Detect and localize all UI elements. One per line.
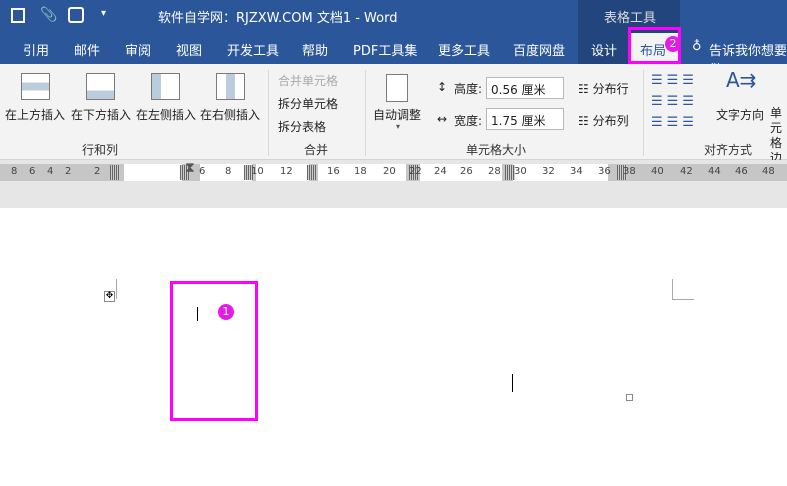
ruler-tick-label: 6 xyxy=(29,166,36,177)
width-input[interactable]: 1.75 厘米 xyxy=(486,108,564,130)
ruler-tick-label: 38 xyxy=(623,166,636,177)
ruler-tick-label: 48 xyxy=(762,166,775,177)
attach-icon[interactable]: 📎 xyxy=(40,7,57,23)
customize-qat-icon[interactable]: ▾ xyxy=(101,8,106,19)
group-label-rows-cols: 行和列 xyxy=(82,143,119,157)
tab-help[interactable]: 帮助 xyxy=(302,40,328,59)
ruler-column-marker[interactable] xyxy=(110,165,120,180)
ruler-tick-label: 12 xyxy=(280,166,293,177)
autofit-icon xyxy=(386,74,408,102)
ruler-tick-label: 36 xyxy=(598,166,611,177)
tab-design[interactable]: 设计 xyxy=(591,40,617,59)
ruler-column-marker[interactable] xyxy=(307,165,317,180)
divider xyxy=(365,70,366,156)
divider xyxy=(268,70,269,156)
chevron-down-icon[interactable]: ▾ xyxy=(396,122,400,131)
split-table-button[interactable]: 拆分表格 xyxy=(278,118,326,135)
tab-more-tools[interactable]: 更多工具 xyxy=(438,40,490,59)
table-resize-handle[interactable] xyxy=(626,394,633,401)
save-icon[interactable] xyxy=(11,8,25,23)
ruler-tick-label: 28 xyxy=(488,166,501,177)
insert-below-icon xyxy=(86,73,115,100)
autofit-button[interactable]: 自动调整 xyxy=(373,106,421,123)
merge-cells-button[interactable]: 合并单元格 xyxy=(278,72,338,89)
text-direction-button[interactable]: 文字方向 xyxy=(716,106,764,123)
ruler-tick-label: 2 xyxy=(94,166,101,177)
ruler-cell-area xyxy=(513,164,608,181)
ruler-tick-label: 46 xyxy=(735,166,748,177)
ruler-tick-label: 2 xyxy=(65,166,72,177)
cell-border-fragment xyxy=(512,374,513,392)
ruler-tick-label: 4 xyxy=(47,166,54,177)
insert-right-button[interactable]: 在右侧插入 xyxy=(200,106,260,123)
distribute-cols-button[interactable]: ☷ 分布列 xyxy=(578,112,629,129)
tab-review[interactable]: 审阅 xyxy=(125,40,151,59)
margin-mark xyxy=(672,279,673,299)
indent-marker[interactable]: ⧗ xyxy=(185,160,195,176)
lightbulb-icon[interactable]: ♁ xyxy=(692,39,702,54)
tab-baidu-netdisk[interactable]: 百度网盘 xyxy=(513,40,565,59)
distribute-rows-button[interactable]: ☷ 分布行 xyxy=(578,80,629,97)
ruler-tick-label: 20 xyxy=(383,166,396,177)
ruler-tick-label: 8 xyxy=(225,166,232,177)
insert-above-icon xyxy=(21,73,50,100)
width-icon: ↔ xyxy=(437,112,448,126)
distribute-rows-label: 分布行 xyxy=(592,82,629,96)
ruler-tick-label: 22 xyxy=(409,166,422,177)
tab-references[interactable]: 引用 xyxy=(23,40,49,59)
ruler-tick-label: 30 xyxy=(514,166,527,177)
margin-mark xyxy=(116,279,117,299)
ruler-tick-label: 26 xyxy=(460,166,473,177)
insert-left-button[interactable]: 在左侧插入 xyxy=(136,106,196,123)
step-badge-1: 1 xyxy=(218,304,234,320)
tab-mailings[interactable]: 邮件 xyxy=(74,40,100,59)
ruler-tick-label: 42 xyxy=(680,166,693,177)
insert-below-button[interactable]: 在下方插入 xyxy=(71,106,131,123)
ruler-tick-label: 34 xyxy=(570,166,583,177)
width-label: 宽度: xyxy=(454,114,483,128)
group-label-cell-size: 单元格大小 xyxy=(466,143,527,157)
highlight-box-column xyxy=(170,281,258,421)
table-tools-label: 表格工具 xyxy=(604,11,657,26)
window-title: 软件自学网：RJZXW.COM 文档1 - Word xyxy=(158,11,398,26)
height-label: 高度: xyxy=(454,82,483,96)
tab-developer[interactable]: 开发工具 xyxy=(227,40,279,59)
text-direction-icon: A⇉ xyxy=(726,68,757,92)
insert-above-button[interactable]: 在上方插入 xyxy=(5,106,65,123)
alignment-grid[interactable]: ☰☰☰ ☰☰☰ ☰☰☰ xyxy=(651,70,711,134)
distribute-cols-label: 分布列 xyxy=(592,114,629,128)
touch-mode-icon[interactable] xyxy=(68,7,84,23)
ruler-tick-label: 6 xyxy=(199,166,206,177)
insert-left-icon xyxy=(151,73,180,100)
table-move-handle[interactable]: ✥ xyxy=(104,291,115,302)
ruler-tick-label: 44 xyxy=(708,166,721,177)
group-label-alignment: 对齐方式 xyxy=(704,143,753,157)
document-page[interactable] xyxy=(0,208,787,486)
divider xyxy=(643,70,644,156)
ruler-tick-label: 18 xyxy=(354,166,367,177)
ruler-tick-label: 24 xyxy=(434,166,447,177)
tab-pdf-tools[interactable]: PDF工具集 xyxy=(353,40,417,59)
tab-view[interactable]: 视图 xyxy=(176,40,202,59)
ruler-cell-area xyxy=(124,164,182,181)
ruler-tick-label: 40 xyxy=(651,166,664,177)
ruler-tick-label: 8 xyxy=(11,166,18,177)
margin-mark xyxy=(672,299,694,300)
ruler-tick-label: 16 xyxy=(327,166,340,177)
ruler-tick-label: 32 xyxy=(542,166,555,177)
height-icon: ↕ xyxy=(437,80,448,94)
ruler-tick-label: 10 xyxy=(251,166,264,177)
height-input[interactable]: 0.56 厘米 xyxy=(486,77,564,99)
step-badge-2: 2 xyxy=(665,36,681,52)
insert-right-icon xyxy=(216,73,245,100)
split-cells-button[interactable]: 拆分单元格 xyxy=(278,95,338,112)
group-label-merge: 合并 xyxy=(304,143,329,157)
